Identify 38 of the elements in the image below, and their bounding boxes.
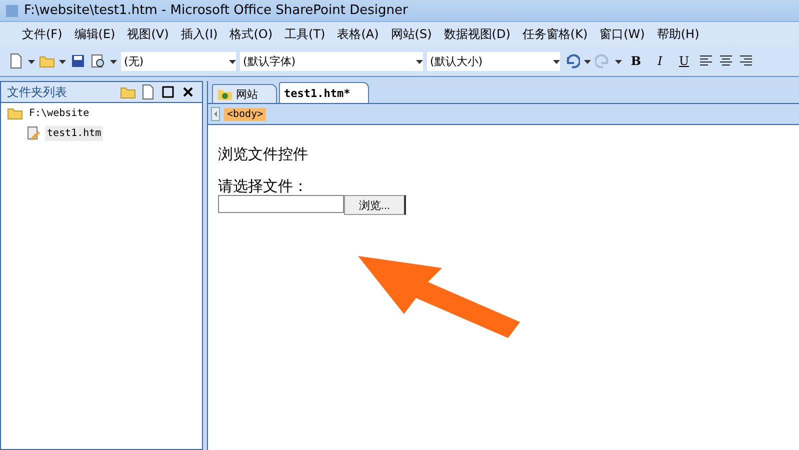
new-page-icon[interactable] <box>140 84 156 100</box>
size-dropdown[interactable]: (默认大小) <box>427 52 560 70</box>
font-dropdown[interactable]: (默认字体) <box>240 52 423 70</box>
menu-item[interactable]: 视图(V) <box>121 24 175 44</box>
new-document-icon[interactable] <box>8 53 24 69</box>
tree-item[interactable]: test1.htm <box>45 126 104 140</box>
app-icon <box>4 2 20 18</box>
file-input-field[interactable] <box>218 195 344 213</box>
page-heading: 浏览文件控件 <box>218 145 308 164</box>
tag-selector[interactable]: <body> <box>224 108 266 120</box>
menu-item[interactable]: 文件(F) <box>16 24 68 44</box>
format-button[interactable]: U <box>674 51 694 71</box>
maximize-icon[interactable] <box>160 84 176 100</box>
menu-item[interactable]: 网站(S) <box>384 24 438 44</box>
format-button[interactable]: I <box>650 51 670 71</box>
menu-item[interactable]: 格式(O) <box>224 24 279 44</box>
field-label: 请选择文件： <box>218 178 308 195</box>
tree-item[interactable]: F:\website <box>27 106 92 120</box>
edit-document-icon <box>25 125 41 141</box>
menu-item[interactable]: 编辑(E) <box>68 24 122 44</box>
document-tab[interactable]: 网站 <box>212 84 277 103</box>
menu-item[interactable]: 任务窗格(K) <box>516 24 594 44</box>
document-tab[interactable]: test1.htm* <box>279 82 370 103</box>
menu-item[interactable]: 表格(A) <box>331 24 385 44</box>
undo-icon[interactable] <box>564 53 580 69</box>
browse-button[interactable]: 浏览... <box>344 195 406 215</box>
format-button[interactable]: B <box>626 51 646 71</box>
menu-item[interactable]: 插入(I) <box>174 24 224 44</box>
menu-item[interactable]: 窗口(W) <box>594 24 651 44</box>
window-title: F:\website\test1.htm - Microsoft Office SharePoint Designer <box>24 3 408 18</box>
panel-title: 文件夹列表 <box>7 84 67 100</box>
menu-item[interactable]: 工具(T) <box>278 24 332 44</box>
style-dropdown[interactable]: (无) <box>121 52 236 70</box>
menu-item[interactable]: 数据视图(D) <box>438 24 516 44</box>
scroll-left-icon[interactable] <box>211 107 220 121</box>
menu-item[interactable]: 帮助(H) <box>650 24 706 44</box>
save-icon[interactable] <box>70 53 86 69</box>
preview-icon[interactable] <box>90 53 106 69</box>
